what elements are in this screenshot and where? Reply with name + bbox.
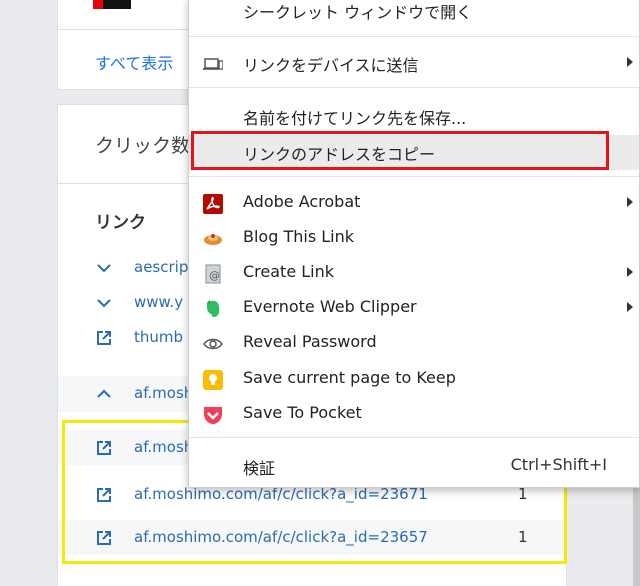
menu-item-blog-this-link[interactable]: Blog This Link bbox=[189, 221, 639, 256]
menu-divider bbox=[189, 87, 639, 88]
menu-item-label: リンクのアドレスをコピー bbox=[243, 145, 436, 164]
menu-item-save-link-as[interactable]: 名前を付けてリンク先を保存... bbox=[189, 99, 639, 134]
table-row[interactable]: af.moshimo.com/af/c/click?a_id=23657 1 bbox=[58, 520, 566, 555]
menu-item-create-link[interactable]: @ Create Link bbox=[189, 256, 639, 291]
adobe-acrobat-icon bbox=[203, 194, 223, 214]
eye-icon bbox=[203, 338, 223, 350]
site-logo bbox=[93, 0, 131, 9]
menu-item-label: Reveal Password bbox=[243, 332, 377, 351]
external-link-icon[interactable] bbox=[95, 439, 113, 457]
menu-item-open-incognito[interactable]: シークレット ウィンドウで開く bbox=[189, 0, 639, 28]
chevron-up-icon[interactable] bbox=[95, 385, 113, 403]
external-link-icon[interactable] bbox=[95, 529, 113, 547]
svg-text:@: @ bbox=[209, 269, 220, 282]
menu-item-label: リンクをデバイスに送信 bbox=[243, 56, 419, 75]
menu-item-label: 検証 bbox=[243, 459, 276, 478]
menu-item-inspect[interactable]: 検証 Ctrl+Shift+I bbox=[189, 449, 639, 484]
menu-divider bbox=[189, 36, 639, 37]
menu-item-shortcut: Ctrl+Shift+I bbox=[510, 455, 607, 474]
blog-this-icon bbox=[204, 234, 222, 245]
menu-item-send-to-device[interactable]: リンクをデバイスに送信 bbox=[189, 46, 639, 81]
context-menu: シークレット ウィンドウで開く リンクをデバイスに送信 名前を付けてリンク先を保… bbox=[188, 0, 640, 488]
menu-divider bbox=[189, 437, 639, 438]
show-all-link[interactable]: すべて表示 bbox=[95, 50, 173, 74]
click-section-title: クリック数 bbox=[95, 135, 191, 157]
submenu-arrow-icon bbox=[627, 302, 633, 312]
pocket-icon bbox=[204, 407, 222, 424]
menu-item-save-to-pocket[interactable]: Save To Pocket bbox=[189, 397, 639, 432]
external-link-icon[interactable] bbox=[95, 486, 113, 504]
menu-item-reveal-password[interactable]: Reveal Password bbox=[189, 326, 639, 361]
submenu-arrow-icon bbox=[627, 57, 633, 67]
chevron-down-icon[interactable] bbox=[95, 294, 113, 312]
menu-item-evernote[interactable]: Evernote Web Clipper bbox=[189, 291, 639, 326]
submenu-arrow-icon bbox=[627, 197, 633, 207]
create-link-icon: @ bbox=[205, 264, 221, 284]
links-heading: リンク bbox=[95, 213, 146, 233]
menu-item-label: Evernote Web Clipper bbox=[243, 297, 417, 316]
row-link[interactable]: af.moshimo.com/af/c/click?a_id=23657 bbox=[134, 528, 464, 546]
evernote-icon bbox=[207, 300, 220, 317]
row-count: 1 bbox=[518, 528, 528, 546]
menu-item-label: Blog This Link bbox=[243, 227, 354, 246]
chevron-down-icon[interactable] bbox=[95, 259, 113, 277]
menu-item-label: Adobe Acrobat bbox=[243, 192, 361, 211]
menu-item-label: Save To Pocket bbox=[243, 403, 362, 422]
menu-item-adobe-acrobat[interactable]: Adobe Acrobat bbox=[189, 186, 639, 221]
keep-icon bbox=[203, 370, 223, 390]
external-link-icon[interactable] bbox=[95, 329, 113, 347]
devices-icon bbox=[203, 58, 223, 70]
menu-divider bbox=[189, 176, 639, 177]
menu-item-label: Save current page to Keep bbox=[243, 368, 456, 387]
menu-item-label: Create Link bbox=[243, 262, 335, 281]
menu-item-save-to-keep[interactable]: Save current page to Keep bbox=[189, 362, 639, 397]
submenu-arrow-icon bbox=[627, 267, 633, 277]
menu-item-copy-link-address[interactable]: リンクのアドレスをコピー bbox=[189, 135, 639, 170]
menu-item-label: 名前を付けてリンク先を保存... bbox=[243, 109, 467, 128]
menu-item-label: シークレット ウィンドウで開く bbox=[243, 3, 473, 22]
